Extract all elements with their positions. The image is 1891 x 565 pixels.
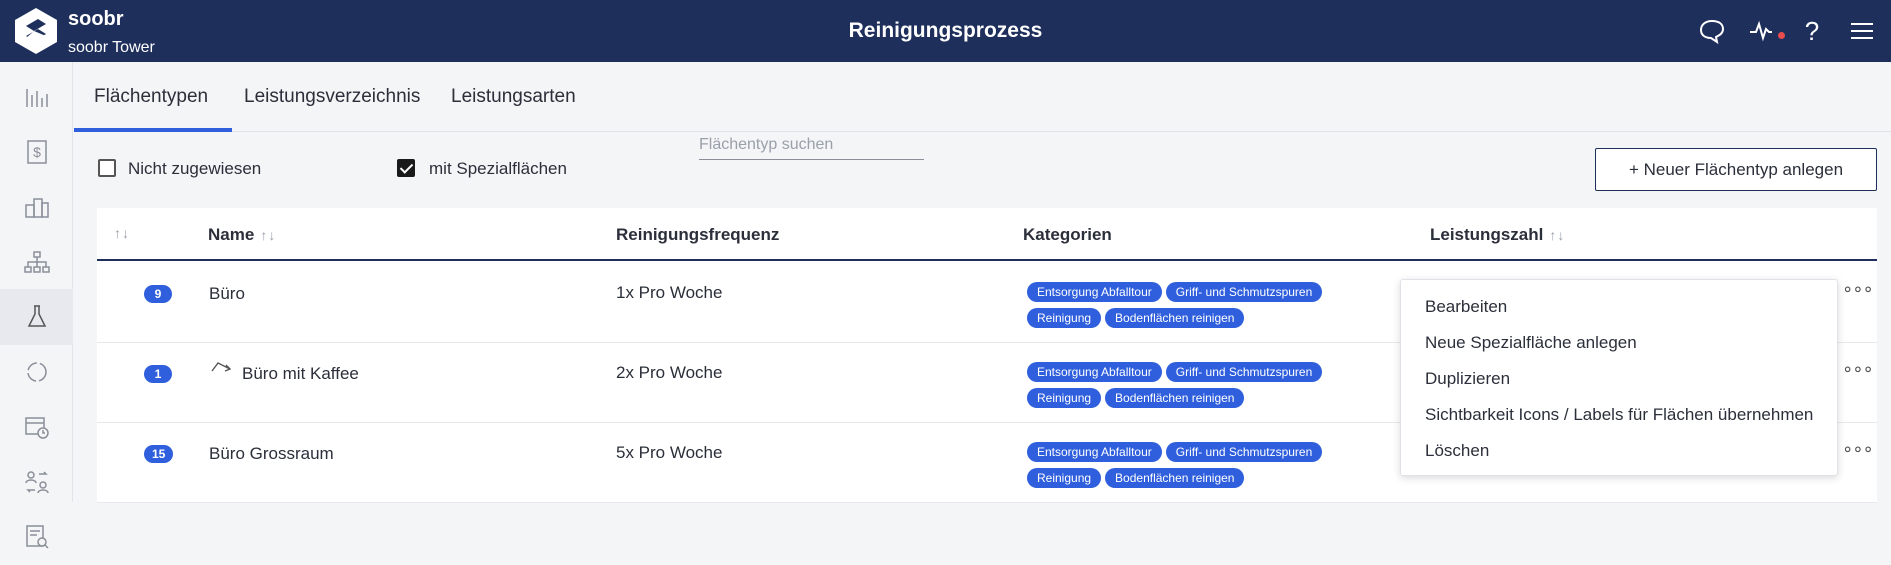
sidebar-item-cycle[interactable] xyxy=(0,344,73,400)
category-chip: Reinigung xyxy=(1027,468,1102,488)
special-area-arrow-icon xyxy=(211,362,232,372)
buildings-icon xyxy=(24,198,49,218)
area-type-name: Büro mit Kaffee xyxy=(242,364,359,383)
special-area-count-badge: 9 xyxy=(144,285,172,303)
sidebar-item-reports[interactable] xyxy=(0,509,73,565)
cleaning-frequency: 2x Pro Woche xyxy=(616,363,723,382)
new-area-type-button[interactable]: + Neuer Flächentyp anlegen xyxy=(1595,148,1877,191)
sidebar-item-cleaning-process[interactable] xyxy=(0,289,73,345)
frequency-column-header: Reinigungsfrequenz xyxy=(616,225,780,244)
category-chips: Entsorgung Abfalltour Griff- und Schmutzs… xyxy=(1027,282,1347,334)
help-icon[interactable]: ? xyxy=(1797,16,1827,46)
category-chip: Entsorgung Abfalltour xyxy=(1027,442,1162,462)
bar-chart-icon xyxy=(25,89,48,107)
row-context-menu: Bearbeiten Neue Spezialfläche anlegen Du… xyxy=(1400,279,1838,476)
category-chips: Entsorgung Abfalltour Griff- und Schmutzs… xyxy=(1027,362,1347,414)
top-bar: soobr soobr Tower Reinigungsprozess ? xyxy=(0,0,1891,62)
category-chip: Bodenflächen reinigen xyxy=(1105,468,1245,488)
menu-item-duplicate[interactable]: Duplizieren xyxy=(1425,369,1510,389)
notification-dot xyxy=(1778,32,1785,39)
svg-text:$: $ xyxy=(33,144,41,160)
sidebar-item-buildings[interactable] xyxy=(0,179,73,235)
active-tab-indicator xyxy=(74,128,232,132)
cycle-icon xyxy=(26,362,47,382)
page-title: Reinigungsprozess xyxy=(848,19,1043,42)
special-areas-label[interactable]: mit Spezialflächen xyxy=(429,159,567,179)
row-more-options-icon[interactable]: ∘∘∘ xyxy=(1842,279,1874,300)
sidebar-item-dashboard[interactable] xyxy=(0,69,73,125)
cleaning-frequency: 1x Pro Woche xyxy=(616,283,723,302)
menu-item-apply-visibility[interactable]: Sichtbarkeit Icons / Labels für Flächen … xyxy=(1425,405,1813,425)
sidebar-item-structure[interactable] xyxy=(0,234,73,290)
dollar-document-icon: $ xyxy=(26,140,47,164)
area-type-name: Büro Grossraum xyxy=(209,444,334,463)
category-chip: Griff- und Schmutzspuren xyxy=(1165,282,1323,302)
category-chips: Entsorgung Abfalltour Griff- und Schmutzs… xyxy=(1027,442,1347,494)
tab-leistungsverzeichnis[interactable]: Leistungsverzeichnis xyxy=(244,86,420,108)
categories-column-header: Kategorien xyxy=(1023,225,1112,244)
menu-item-new-special-area[interactable]: Neue Spezialfläche anlegen xyxy=(1425,333,1637,353)
people-swap-icon xyxy=(24,471,49,494)
area-type-name: Büro xyxy=(209,284,245,303)
category-chip: Bodenflächen reinigen xyxy=(1105,388,1245,408)
special-area-count-badge: 15 xyxy=(144,445,174,463)
row-more-options-icon[interactable]: ∘∘∘ xyxy=(1842,359,1874,380)
sidebar-item-schedule[interactable] xyxy=(0,399,73,455)
category-chip: Entsorgung Abfalltour xyxy=(1027,362,1162,382)
special-areas-checkbox[interactable] xyxy=(397,159,415,177)
category-chip: Reinigung xyxy=(1027,388,1102,408)
special-area-count-badge: 1 xyxy=(144,365,172,383)
header-actions: ? xyxy=(1697,16,1877,46)
sidebar-item-costs[interactable]: $ xyxy=(0,124,73,180)
menu-item-edit[interactable]: Bearbeiten xyxy=(1425,297,1507,317)
row-more-options-icon[interactable]: ∘∘∘ xyxy=(1842,439,1874,460)
category-chip: Bodenflächen reinigen xyxy=(1105,308,1245,328)
table-header: ↑↓ Name ↑↓ Reinigungsfrequenz Kategorien … xyxy=(97,208,1877,261)
tab-flaechentypen[interactable]: Flächentypen xyxy=(94,86,208,108)
sort-arrows-icon: ↑↓ xyxy=(1549,227,1566,243)
unassigned-checkbox[interactable] xyxy=(98,159,116,177)
name-column-header[interactable]: Name ↑↓ xyxy=(208,225,276,245)
count-sort-header[interactable]: ↑↓ xyxy=(114,225,130,241)
category-chip: Griff- und Schmutzspuren xyxy=(1165,442,1323,462)
cleaning-frequency: 5x Pro Woche xyxy=(616,443,723,462)
tab-bar: Flächentypen Leistungsverzeichnis Leistu… xyxy=(74,62,1891,132)
menu-icon[interactable] xyxy=(1847,16,1877,46)
category-chip: Griff- und Schmutzspuren xyxy=(1165,362,1323,382)
sort-arrows-icon: ↑↓ xyxy=(260,227,277,243)
performance-column-header[interactable]: Leistungszahl ↑↓ xyxy=(1430,225,1565,245)
calendar-clock-icon xyxy=(24,417,49,439)
sort-arrows-icon: ↑↓ xyxy=(114,225,130,241)
hierarchy-icon xyxy=(23,251,50,273)
activity-icon[interactable] xyxy=(1747,16,1785,46)
flask-icon xyxy=(27,305,46,327)
document-search-icon xyxy=(25,525,49,549)
unassigned-label[interactable]: Nicht zugewiesen xyxy=(128,159,261,179)
category-chip: Entsorgung Abfalltour xyxy=(1027,282,1162,302)
sidebar: $ xyxy=(0,62,73,549)
category-chip: Reinigung xyxy=(1027,308,1102,328)
menu-item-delete[interactable]: Löschen xyxy=(1425,441,1489,461)
tab-leistungsarten[interactable]: Leistungsarten xyxy=(451,86,576,108)
chat-icon[interactable] xyxy=(1697,16,1727,46)
area-type-search-input[interactable] xyxy=(699,130,924,160)
